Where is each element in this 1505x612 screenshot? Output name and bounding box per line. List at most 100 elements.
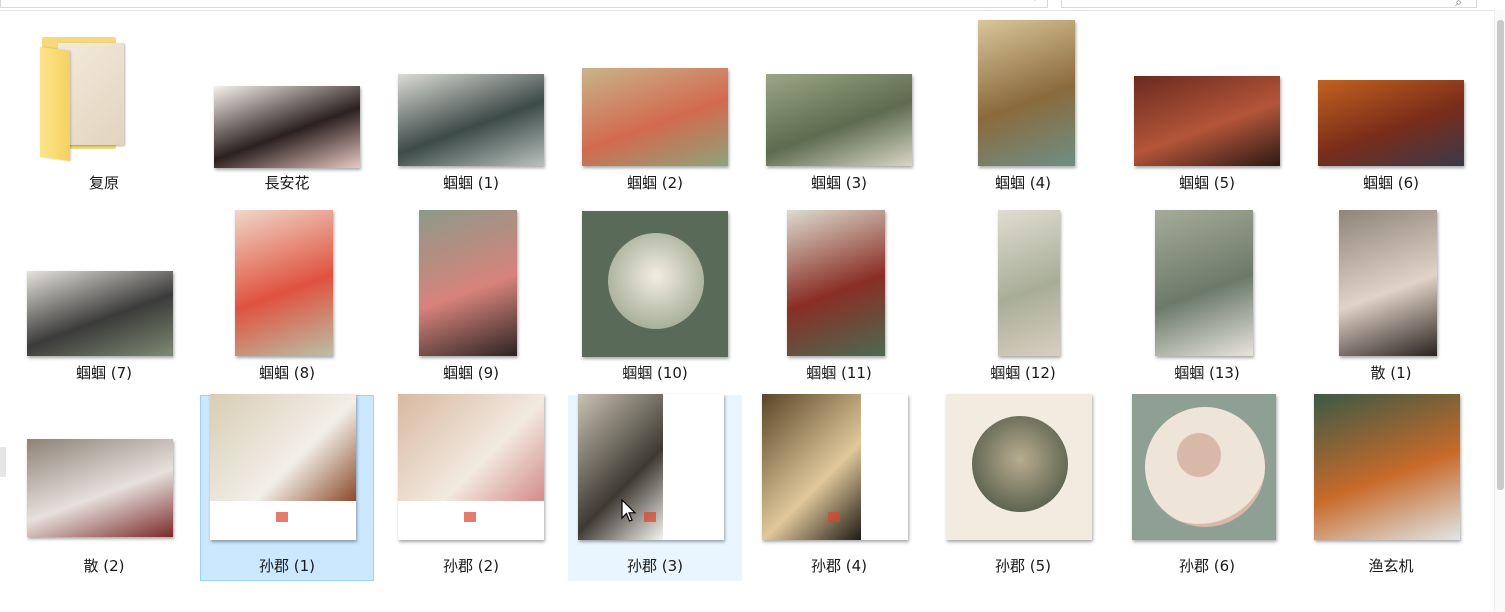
image-file-item[interactable]: 蝈蝈 (8) — [200, 202, 374, 388]
file-name-label: 蝈蝈 (12) — [990, 364, 1056, 382]
file-name-label: 蝈蝈 (9) — [442, 364, 500, 382]
image-thumbnail — [787, 210, 885, 356]
file-name-label: 孙郡 (3) — [626, 557, 684, 575]
file-name-label: 蝈蝈 (11) — [806, 364, 872, 382]
file-name-label: 長安花 — [264, 174, 310, 192]
file-name-label: 蝈蝈 (2) — [626, 174, 684, 192]
thumbnail-area — [753, 13, 925, 173]
image-thumbnail — [398, 394, 544, 540]
image-file-item[interactable]: 蝈蝈 (7) — [17, 202, 191, 388]
image-file-item[interactable]: 蝈蝈 (10) — [568, 202, 742, 388]
image-thumbnail — [1339, 210, 1437, 356]
image-file-item[interactable]: 長安花 — [200, 12, 374, 198]
file-name-label: 蝈蝈 (1) — [442, 174, 500, 192]
address-bar[interactable] — [0, 0, 1048, 8]
refresh-icon[interactable]: ⟳ — [1025, 0, 1047, 8]
file-name-label: 孙郡 (5) — [994, 557, 1052, 575]
file-name-label: 蝈蝈 (3) — [810, 174, 868, 192]
thumbnail-area — [201, 13, 373, 173]
file-name-label: 孙郡 (2) — [442, 557, 500, 575]
scrollbar-thumb[interactable] — [1497, 20, 1504, 490]
image-thumbnail — [582, 211, 728, 357]
file-name-label: 孙郡 (1) — [258, 557, 316, 575]
file-name-label: 蝈蝈 (5) — [1178, 174, 1236, 192]
thumbnail-area — [385, 394, 557, 556]
image-file-item[interactable]: 孙郡 (2) — [384, 394, 558, 581]
thumbnail-area — [1305, 203, 1477, 363]
image-thumbnail — [998, 210, 1060, 356]
thumbnail-area — [385, 203, 557, 363]
file-name-label: 复原 — [88, 174, 119, 192]
file-name-label: 散 (1) — [1370, 364, 1412, 382]
image-file-item[interactable]: 散 (1) — [1304, 202, 1478, 388]
image-thumbnail — [1314, 394, 1460, 540]
image-thumbnail — [235, 210, 333, 356]
image-file-item[interactable]: 蝈蝈 (11) — [752, 202, 926, 388]
thumbnail-area — [1121, 394, 1293, 556]
thumbnail-area — [1305, 13, 1477, 173]
thumbnail-area — [1121, 203, 1293, 363]
image-file-item[interactable]: 孙郡 (6) — [1120, 394, 1294, 581]
image-file-item[interactable]: 孙郡 (4) — [752, 394, 926, 581]
folder-front-flap — [40, 46, 70, 162]
search-input[interactable]: ⌕ — [1061, 0, 1477, 9]
image-thumbnail — [419, 210, 517, 356]
image-thumbnail — [27, 271, 173, 356]
file-name-label: 孙郡 (6) — [1178, 557, 1236, 575]
image-file-item[interactable]: 渔玄机 — [1304, 394, 1478, 581]
image-thumbnail — [210, 394, 356, 540]
image-file-item[interactable]: 蝈蝈 (1) — [384, 12, 558, 198]
folder-item[interactable]: 复原 — [17, 12, 191, 198]
thumbnail-area — [937, 13, 1109, 173]
thumbnail-area — [753, 203, 925, 363]
thumbnail-area — [753, 394, 925, 556]
file-name-label: 蝈蝈 (10) — [622, 364, 688, 382]
thumbnail-area — [1121, 13, 1293, 173]
image-thumbnail — [762, 394, 908, 540]
thumbnail-area — [18, 396, 190, 556]
image-thumbnail — [582, 68, 728, 166]
image-file-item[interactable]: 蝈蝈 (9) — [384, 202, 558, 388]
file-name-label: 蝈蝈 (7) — [75, 364, 133, 382]
image-thumbnail — [1155, 210, 1253, 356]
file-name-label: 蝈蝈 (4) — [994, 174, 1052, 192]
file-name-label: 渔玄机 — [1368, 557, 1414, 575]
thumbnail-area — [201, 394, 373, 556]
vertical-scrollbar[interactable] — [1494, 10, 1505, 612]
image-file-item[interactable]: 蝈蝈 (5) — [1120, 12, 1294, 198]
image-file-item[interactable]: 蝈蝈 (13) — [1120, 202, 1294, 388]
image-thumbnail — [578, 394, 724, 540]
image-file-item[interactable]: 散 (2) — [17, 395, 191, 581]
image-file-item[interactable]: 蝈蝈 (4) — [936, 12, 1110, 198]
thumbnail-area — [937, 203, 1109, 363]
file-name-label: 蝈蝈 (6) — [1362, 174, 1420, 192]
image-thumbnail — [946, 394, 1092, 540]
file-name-label: 散 (2) — [83, 557, 125, 575]
search-icon: ⌕ — [1455, 0, 1462, 9]
image-file-item[interactable]: 孙郡 (1) — [200, 394, 374, 581]
thumbnail-area — [569, 394, 741, 556]
nav-pane-edge — [0, 447, 6, 477]
image-thumbnail — [1318, 80, 1464, 166]
thumbnail-area — [18, 13, 190, 173]
thumbnail-area — [1305, 394, 1477, 556]
thumbnail-area — [937, 394, 1109, 556]
image-file-item[interactable]: 蝈蝈 (2) — [568, 12, 742, 198]
image-thumbnail — [27, 439, 173, 537]
image-file-item[interactable]: 蝈蝈 (12) — [936, 202, 1110, 388]
image-thumbnail — [1134, 76, 1280, 166]
thumbnail-area — [569, 13, 741, 173]
mouse-cursor-icon — [621, 499, 637, 522]
thumbnail-area — [18, 203, 190, 363]
thumbnail-area — [385, 13, 557, 173]
image-file-item[interactable]: 孙郡 (5) — [936, 394, 1110, 581]
image-thumbnail — [214, 86, 360, 168]
image-file-item[interactable]: 蝈蝈 (6) — [1304, 12, 1478, 198]
image-thumbnail — [398, 74, 544, 166]
image-thumbnail — [1132, 394, 1276, 540]
file-name-label: 孙郡 (4) — [810, 557, 868, 575]
file-name-label: 蝈蝈 (8) — [258, 364, 316, 382]
address-toolbar: ⟳ ⌕ — [0, 0, 1505, 11]
image-file-item[interactable]: 孙郡 (3) — [568, 394, 742, 581]
image-file-item[interactable]: 蝈蝈 (3) — [752, 12, 926, 198]
